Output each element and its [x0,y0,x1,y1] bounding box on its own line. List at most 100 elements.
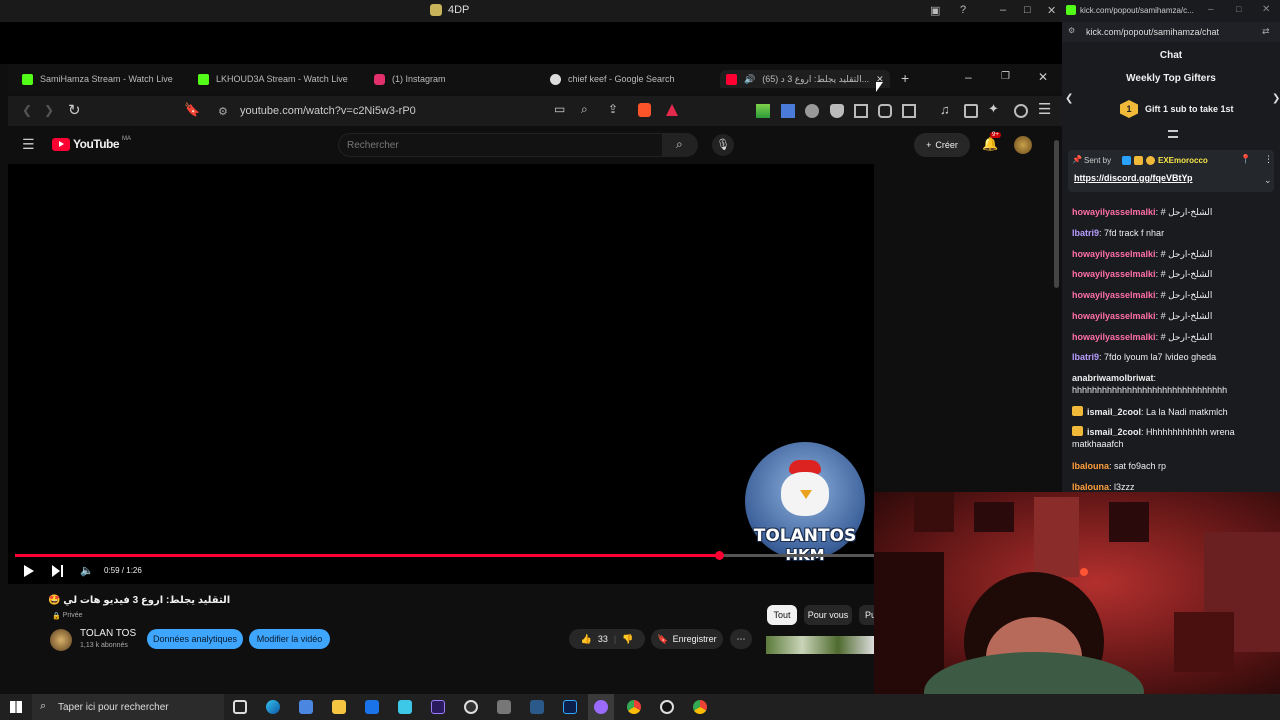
leo-icon[interactable]: ✦ [988,101,999,117]
site-settings-icon[interactable]: ⚙ [218,105,228,118]
brave-rewards-icon[interactable] [666,104,678,116]
chat-minimize-button[interactable]: – [1208,4,1214,15]
chat-username[interactable]: ismail_2cool [1087,407,1141,417]
unpin-icon[interactable]: 📍 [1240,154,1251,165]
app-icon[interactable] [530,700,544,714]
youtube-logo[interactable]: YouTube MA [52,136,131,151]
photoshop-icon[interactable] [563,700,577,714]
search-button[interactable]: ⌕ [663,133,698,157]
chat-username[interactable]: lbatri9 [1072,228,1099,238]
chrome-icon[interactable] [693,700,707,714]
microphone-icon[interactable]: 🎙 [712,134,734,156]
chrome-icon[interactable] [627,700,641,714]
bookmark-icon[interactable]: 🔖 [184,102,200,118]
browser-minimize-button[interactable]: – [965,70,972,84]
tab-google-search[interactable]: chief keef - Google Search [550,70,710,88]
reload-icon[interactable]: ↻ [68,101,81,119]
extension-icon[interactable] [830,104,844,118]
volume-icon[interactable]: 🔈 [80,564,94,577]
premiere-icon[interactable] [431,700,445,714]
edit-video-button[interactable]: Modifier la vidéo [249,629,330,649]
share-icon[interactable]: ⇪ [608,102,618,116]
pinned-link[interactable]: https://discord.gg/fqeVBtYp [1074,173,1193,183]
create-button[interactable]: + Créer [914,133,970,157]
chip-for-you[interactable]: Pour vous [804,605,852,625]
chat-username[interactable]: howayilyasselmalki [1072,332,1156,342]
app-icon[interactable] [398,700,412,714]
chat-username[interactable]: lbatri9 [1072,352,1099,362]
extension-icon[interactable] [854,104,868,118]
tab-samihamza[interactable]: SamiHamza Stream - Watch Live [22,70,182,88]
chat-username[interactable]: howayilyasselmalki [1072,311,1156,321]
tab-youtube-active[interactable]: 🔊 (65) التقليد يجلط: اروع 3 د... ✕ [720,70,890,88]
sidebar-icon[interactable] [902,104,916,118]
chat-username[interactable]: lbalouna [1072,461,1109,471]
taskbar-search-input[interactable]: ⌕ Taper ici pour rechercher [32,694,224,720]
store-icon[interactable] [299,700,313,714]
close-button[interactable]: ✕ [1047,4,1056,17]
video-progress-bar[interactable] [15,551,874,560]
collapse-icon[interactable]: ⌄ [1264,175,1272,186]
outlook-icon[interactable] [365,700,379,714]
site-info-icon[interactable]: ⚙ [1068,26,1075,35]
extension-icon[interactable] [756,104,770,118]
chat-username[interactable]: anabriwamolbriwat [1072,373,1154,383]
chip-all[interactable]: Tout [767,605,797,625]
chat-username[interactable]: ismail_2cool [1087,427,1141,437]
maximize-button[interactable]: □ [1024,4,1031,16]
gift-prompt[interactable]: Gift 1 sub to take 1st [1145,104,1234,114]
translate-icon[interactable]: ⇄ [1262,26,1270,37]
menu-icon[interactable]: ☰ [1038,100,1051,118]
gifters-next-icon[interactable]: ❯ [1272,93,1280,104]
bell-icon[interactable]: 🔔 [982,136,998,152]
next-icon[interactable] [52,565,64,577]
video-player[interactable]: TOLANTOS HKM [8,164,874,584]
chat-username[interactable]: lbalouna [1072,482,1109,492]
capcut-icon[interactable] [464,700,478,714]
music-icon[interactable]: ♫ [940,102,950,117]
edge-icon[interactable] [266,700,280,714]
chat-username[interactable]: howayilyasselmalki [1072,249,1156,259]
brave-shield-icon[interactable] [638,103,651,117]
puzzle-icon[interactable] [878,104,892,118]
discord-icon[interactable] [594,700,608,714]
page-scrollbar[interactable] [1054,140,1059,288]
dislike-icon[interactable]: 👎 [622,634,633,645]
drag-handle-icon[interactable] [1168,130,1178,138]
tab-lkhoud3a[interactable]: LKHOUD3A Stream - Watch Live [198,70,358,88]
wallet-icon[interactable] [964,104,978,118]
chat-maximize-button[interactable]: □ [1236,4,1241,14]
obs-icon[interactable] [660,700,674,714]
cast-icon[interactable]: ▭ [554,102,565,116]
app-icon[interactable] [497,700,511,714]
kebab-menu-icon[interactable]: ⋮ [1264,154,1273,165]
more-options-icon[interactable]: ⋯ [730,629,752,649]
recommended-thumbnail[interactable] [766,636,874,654]
forward-icon[interactable]: ❯ [44,103,54,117]
back-icon[interactable]: ❮ [22,103,32,117]
task-view-icon[interactable] [233,700,247,714]
chat-username[interactable]: howayilyasselmalki [1072,290,1156,300]
play-icon[interactable] [24,565,34,577]
hamburger-icon[interactable]: ☰ [22,136,35,153]
chat-close-button[interactable]: ✕ [1262,4,1270,15]
chat-username[interactable]: howayilyasselmalki [1072,207,1156,217]
minimize-button[interactable]: – [1000,4,1006,16]
new-tab-button[interactable]: + [901,70,909,86]
file-explorer-icon[interactable] [332,700,346,714]
channel-avatar[interactable] [50,629,72,651]
channel-name[interactable]: TOLAN TOS [80,628,136,639]
browser-close-button[interactable]: ✕ [1038,70,1048,84]
zoom-icon[interactable]: ⌕ [581,102,588,117]
avatar[interactable] [1014,136,1032,154]
windows-start-icon[interactable] [10,701,22,713]
audio-icon[interactable]: 🔊 [744,74,755,85]
save-button[interactable]: 🔖 Enregistrer [651,629,723,649]
youtube-search-input[interactable]: Rechercher [338,133,663,157]
tab-instagram[interactable]: (1) Instagram [374,70,534,88]
extension-icon[interactable] [805,104,819,118]
browser-restore-button[interactable]: ❐ [1001,71,1010,82]
analytics-button[interactable]: Données analytiques [147,629,243,649]
gifters-prev-icon[interactable]: ❮ [1065,93,1073,104]
extension-icon[interactable] [781,104,795,118]
